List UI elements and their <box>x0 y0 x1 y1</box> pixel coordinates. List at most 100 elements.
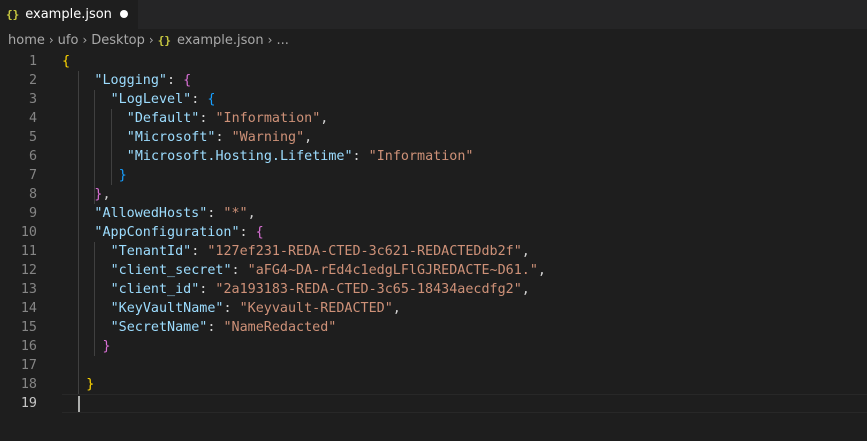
current-line-highlight <box>62 394 867 413</box>
code-token: "SecretName" <box>110 320 208 335</box>
code-token: "NameRedacted" <box>223 320 337 335</box>
code-token: "client_id" <box>110 282 200 297</box>
code-line[interactable]: 4 "Default": "Information", <box>0 109 867 128</box>
code-token: "Logging" <box>94 73 167 88</box>
code-token: : <box>231 263 248 278</box>
code-token: "Keyvault-REDACTED" <box>239 301 393 316</box>
line-number: 10 <box>20 225 37 240</box>
code-text: "client_secret": "aFG4~DA-rEd4c1edgLFlGJ… <box>111 261 546 280</box>
code-token: , <box>521 244 530 259</box>
line-number: 19 <box>20 396 37 411</box>
code-line[interactable]: 14 "KeyVaultName": "Keyvault-REDACTED", <box>0 299 867 318</box>
code-token: { <box>183 73 192 88</box>
code-line[interactable]: 2 "Logging": { <box>0 71 867 90</box>
code-token: , <box>320 111 329 126</box>
code-token: "KeyVaultName" <box>110 301 224 316</box>
line-number: 5 <box>28 130 37 145</box>
line-number: 18 <box>20 377 37 392</box>
code-text: "SecretName": "NameRedacted" <box>111 318 337 337</box>
code-line[interactable]: 7} <box>0 166 867 185</box>
line-number: 15 <box>20 320 37 335</box>
tab-label: example.json <box>25 7 112 22</box>
line-number: 13 <box>20 282 37 297</box>
code-token: : <box>199 282 216 297</box>
line-number: 7 <box>28 168 37 183</box>
code-line[interactable]: 18} <box>0 375 867 394</box>
code-token: "Microsoft" <box>126 130 216 145</box>
code-token: "Information" <box>215 111 321 126</box>
line-number: 16 <box>20 339 37 354</box>
code-token: "Warning" <box>231 130 305 145</box>
line-number: 12 <box>20 263 37 278</box>
code-token: "2a193183-REDA-CTED-3c65-18434aecdfg2" <box>215 282 522 297</box>
code-text: "Default": "Information", <box>127 109 329 128</box>
tab-bar: {} example.json <box>0 0 867 29</box>
line-number: 17 <box>20 358 37 373</box>
code-token: "TenantId" <box>110 244 192 259</box>
text-cursor <box>78 396 80 412</box>
line-number: 6 <box>28 149 37 164</box>
code-token: : <box>223 301 240 316</box>
chevron-right-icon: › <box>267 33 273 47</box>
breadcrumb-file[interactable]: example.json <box>177 33 264 48</box>
code-text: "KeyVaultName": "Keyvault-REDACTED", <box>111 299 401 318</box>
code-token: : <box>215 130 232 145</box>
code-token: : <box>207 320 224 335</box>
code-line[interactable]: 16} <box>0 337 867 356</box>
line-number: 1 <box>28 54 37 69</box>
line-number: 3 <box>28 92 37 107</box>
code-line[interactable]: 15 "SecretName": "NameRedacted" <box>0 318 867 337</box>
code-token: : <box>191 92 208 107</box>
code-token: "Information" <box>368 149 474 164</box>
code-token: , <box>521 282 530 297</box>
code-text: } <box>103 337 111 356</box>
code-line[interactable]: 8}, <box>0 185 867 204</box>
chevron-right-icon: › <box>148 33 154 47</box>
code-token: "Default" <box>126 111 200 126</box>
code-text: "TenantId": "127ef231-REDA-CTED-3c621-RE… <box>111 242 530 261</box>
line-number: 14 <box>20 301 37 316</box>
code-token: "AllowedHosts" <box>94 206 208 221</box>
code-line[interactable]: 10 "AppConfiguration": { <box>0 223 867 242</box>
tab-example-json[interactable]: {} example.json <box>0 0 138 29</box>
code-line[interactable]: 19 <box>0 394 867 413</box>
code-token: } <box>102 339 111 354</box>
breadcrumb: home › ufo › Desktop › {} example.json ›… <box>0 29 867 51</box>
code-text: "client_id": "2a193183-REDA-CTED-3c65-18… <box>111 280 530 299</box>
code-line[interactable]: 3 "LogLevel": { <box>0 90 867 109</box>
code-line[interactable]: 9 "AllowedHosts": "*", <box>0 204 867 223</box>
line-number: 11 <box>20 244 37 259</box>
code-token: } <box>118 168 127 183</box>
code-token: "aFG4~DA-rEd4c1edgLFlGJREDACTE~D61." <box>247 263 538 278</box>
breadcrumb-home[interactable]: home <box>8 33 45 48</box>
code-token: : <box>166 73 184 88</box>
breadcrumb-ufo[interactable]: ufo <box>58 33 79 48</box>
code-text: "Logging": { <box>94 71 191 90</box>
code-text: "AppConfiguration": { <box>94 223 263 242</box>
breadcrumb-desktop[interactable]: Desktop <box>91 33 145 48</box>
chevron-right-icon: › <box>82 33 88 47</box>
code-token: : <box>239 225 256 240</box>
code-token: "Microsoft.Hosting.Lifetime" <box>126 149 353 164</box>
unsaved-dot-icon[interactable] <box>120 10 128 18</box>
code-line[interactable]: 5 "Microsoft": "Warning", <box>0 128 867 147</box>
code-line[interactable]: 13 "client_id": "2a193183-REDA-CTED-3c65-… <box>0 280 867 299</box>
code-line[interactable]: 17 <box>0 356 867 375</box>
code-token: "127ef231-REDA-CTED-3c621-REDACTEDdb2f" <box>207 244 522 259</box>
json-braces-icon: {} <box>157 33 171 47</box>
code-line[interactable]: 11 "TenantId": "127ef231-REDA-CTED-3c621-… <box>0 242 867 261</box>
code-line[interactable]: 1{ <box>0 52 867 71</box>
code-token: , <box>102 187 111 202</box>
line-number: 2 <box>28 73 37 88</box>
code-token: , <box>537 263 546 278</box>
code-text: "Microsoft": "Warning", <box>127 128 312 147</box>
code-text: { <box>62 52 70 71</box>
code-token: { <box>62 54 71 69</box>
code-line[interactable]: 12 "client_secret": "aFG4~DA-rEd4c1edgLFl… <box>0 261 867 280</box>
breadcrumb-symbols[interactable]: ... <box>276 33 288 48</box>
line-number: 8 <box>28 187 37 202</box>
code-text: "AllowedHosts": "*", <box>94 204 255 223</box>
code-line[interactable]: 6 "Microsoft.Hosting.Lifetime": "Informat… <box>0 147 867 166</box>
code-token: : <box>352 149 369 164</box>
code-editor[interactable]: 1{2 "Logging": {3 "LogLevel": {4 "Default":… <box>0 51 867 441</box>
